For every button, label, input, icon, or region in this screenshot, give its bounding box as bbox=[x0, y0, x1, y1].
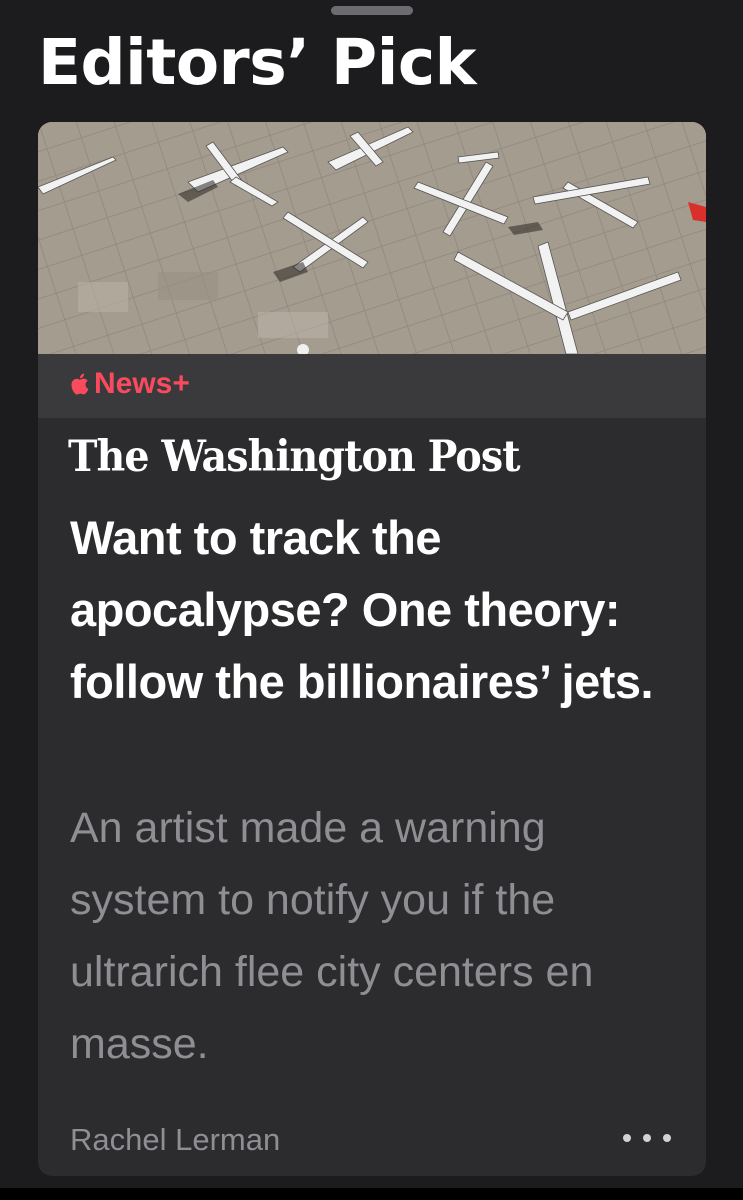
more-options-button[interactable] bbox=[623, 1126, 671, 1150]
ellipsis-icon bbox=[643, 1134, 651, 1142]
apple-logo-icon bbox=[70, 371, 92, 397]
ellipsis-icon bbox=[623, 1134, 631, 1142]
article-summary: An artist made a warning system to notif… bbox=[70, 804, 594, 1068]
article-card[interactable]: News+ The Washington Post Want to track … bbox=[38, 122, 706, 1176]
section-title: Editors’ Pick bbox=[38, 26, 477, 99]
editors-pick-sheet: Editors’ Pick News+ The Washington Post … bbox=[0, 0, 743, 1200]
news-plus-badge: News+ bbox=[70, 367, 190, 401]
article-author: Rachel Lerman bbox=[70, 1122, 281, 1157]
article-headline[interactable]: Want to track the apocalypse? One theory… bbox=[70, 502, 680, 718]
news-plus-label: News+ bbox=[94, 367, 190, 400]
sheet-bottom-divider bbox=[0, 1188, 743, 1200]
ellipsis-icon bbox=[663, 1134, 671, 1142]
publisher-name: The Washington Post bbox=[68, 432, 521, 482]
sheet-grabber[interactable] bbox=[331, 6, 413, 15]
article-hero-image bbox=[38, 122, 706, 354]
